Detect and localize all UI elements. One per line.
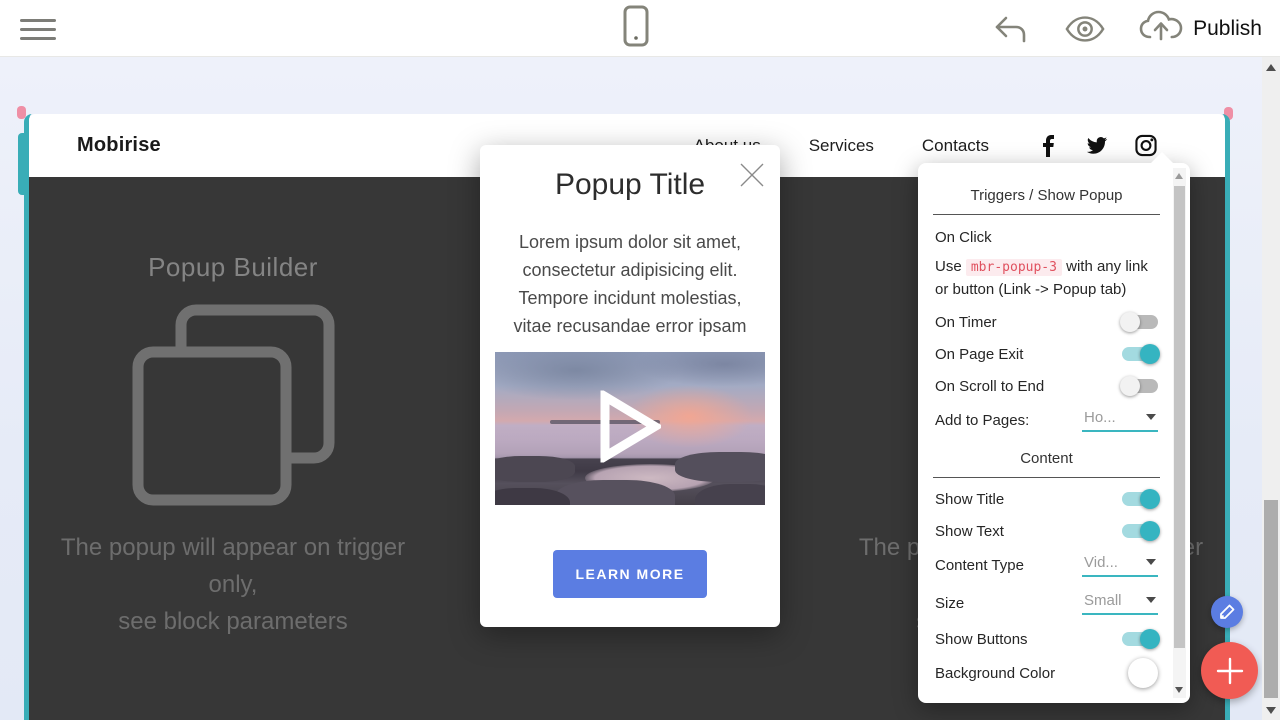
app-toolbar: Publish — [0, 0, 1280, 57]
window-scrollbar-thumb[interactable] — [1264, 500, 1278, 698]
site-brand-logo[interactable]: Mobirise — [77, 134, 161, 157]
chevron-down-icon — [1146, 597, 1156, 603]
popup-title: Popup Title — [480, 168, 780, 202]
play-icon[interactable] — [599, 390, 661, 467]
publish-label: Publish — [1193, 17, 1262, 41]
scroll-down-icon[interactable] — [1175, 687, 1183, 693]
background-color-label: Background Color — [935, 665, 1055, 682]
overlapping-squares-icon — [131, 302, 336, 512]
mobile-view-icon[interactable] — [616, 8, 656, 44]
panel-section-title-triggers: Triggers / Show Popup — [935, 187, 1158, 204]
social-links — [1037, 135, 1157, 157]
scroll-down-icon[interactable] — [1266, 707, 1276, 714]
thumbnail-rock — [495, 456, 575, 482]
popup-preview-modal: Popup Title Lorem ipsum dolor sit amet, … — [480, 145, 780, 627]
background-color-swatch[interactable] — [1128, 658, 1158, 688]
on-timer-toggle[interactable] — [1122, 315, 1158, 329]
size-dropdown[interactable]: Small — [1082, 592, 1158, 615]
on-page-exit-toggle[interactable] — [1122, 347, 1158, 361]
add-to-pages-label: Add to Pages: — [935, 412, 1029, 429]
panel-scrollbar[interactable] — [1173, 168, 1186, 698]
content-type-dropdown[interactable]: Vid... — [1082, 554, 1158, 577]
add-to-pages-dropdown[interactable]: Ho... — [1082, 409, 1158, 432]
show-buttons-label: Show Buttons — [935, 631, 1028, 648]
chevron-down-icon — [1146, 559, 1156, 565]
style-brush-button[interactable] — [1211, 596, 1243, 628]
hamburger-menu-icon[interactable] — [20, 13, 56, 43]
on-click-label: On Click — [935, 229, 992, 246]
show-title-label: Show Title — [935, 491, 1004, 508]
show-buttons-toggle[interactable] — [1122, 632, 1158, 646]
publish-button[interactable]: Publish — [1139, 10, 1262, 47]
add-block-button[interactable] — [1201, 642, 1258, 699]
content-type-label: Content Type — [935, 557, 1024, 574]
on-scroll-to-end-label: On Scroll to End — [935, 378, 1044, 395]
popup-usage-note: Use mbr-popup-3 with any link or button … — [935, 256, 1163, 301]
on-timer-label: On Timer — [935, 314, 997, 331]
content-type-value: Vid... — [1084, 554, 1118, 571]
video-thumbnail[interactable] — [495, 352, 765, 505]
thumbnail-rock — [555, 480, 675, 505]
window-scrollbar[interactable] — [1262, 57, 1280, 720]
thumbnail-rock — [695, 484, 765, 505]
scroll-up-icon[interactable] — [1175, 173, 1183, 179]
chevron-down-icon — [1146, 414, 1156, 420]
block-parameters-panel: Triggers / Show Popup On Click Use mbr-p… — [918, 163, 1190, 703]
panel-section-title-content: Content — [935, 450, 1158, 467]
publish-cloud-icon — [1139, 10, 1183, 47]
on-scroll-to-end-toggle[interactable] — [1122, 379, 1158, 393]
on-page-exit-label: On Page Exit — [935, 346, 1023, 363]
placeholder-description: The popup will appear on trigger only, s… — [33, 529, 433, 640]
divider — [933, 214, 1160, 215]
undo-icon[interactable] — [991, 11, 1031, 47]
show-text-toggle[interactable] — [1122, 524, 1158, 538]
panel-scrollbar-thumb[interactable] — [1174, 186, 1185, 648]
show-title-toggle[interactable] — [1122, 492, 1158, 506]
nav-link-services[interactable]: Services — [809, 136, 874, 156]
facebook-icon[interactable] — [1037, 135, 1059, 157]
preview-eye-icon[interactable] — [1065, 11, 1105, 47]
scroll-up-icon[interactable] — [1266, 64, 1276, 71]
placeholder-title: Popup Builder — [33, 252, 433, 283]
popup-body-text: Lorem ipsum dolor sit amet, consectetur … — [480, 228, 780, 340]
add-to-pages-value: Ho... — [1084, 409, 1116, 426]
thumbnail-rock — [675, 452, 765, 482]
size-label: Size — [935, 595, 964, 612]
show-text-label: Show Text — [935, 523, 1004, 540]
popup-placeholder-left: Popup Builder The popup will appear on t… — [33, 177, 433, 720]
popup-code-chip: mbr-popup-3 — [966, 259, 1062, 276]
learn-more-button[interactable]: LEARN MORE — [553, 550, 707, 598]
size-value: Small — [1084, 592, 1122, 609]
twitter-icon[interactable] — [1086, 135, 1108, 157]
divider — [933, 477, 1160, 478]
nav-link-contacts[interactable]: Contacts — [922, 136, 989, 156]
